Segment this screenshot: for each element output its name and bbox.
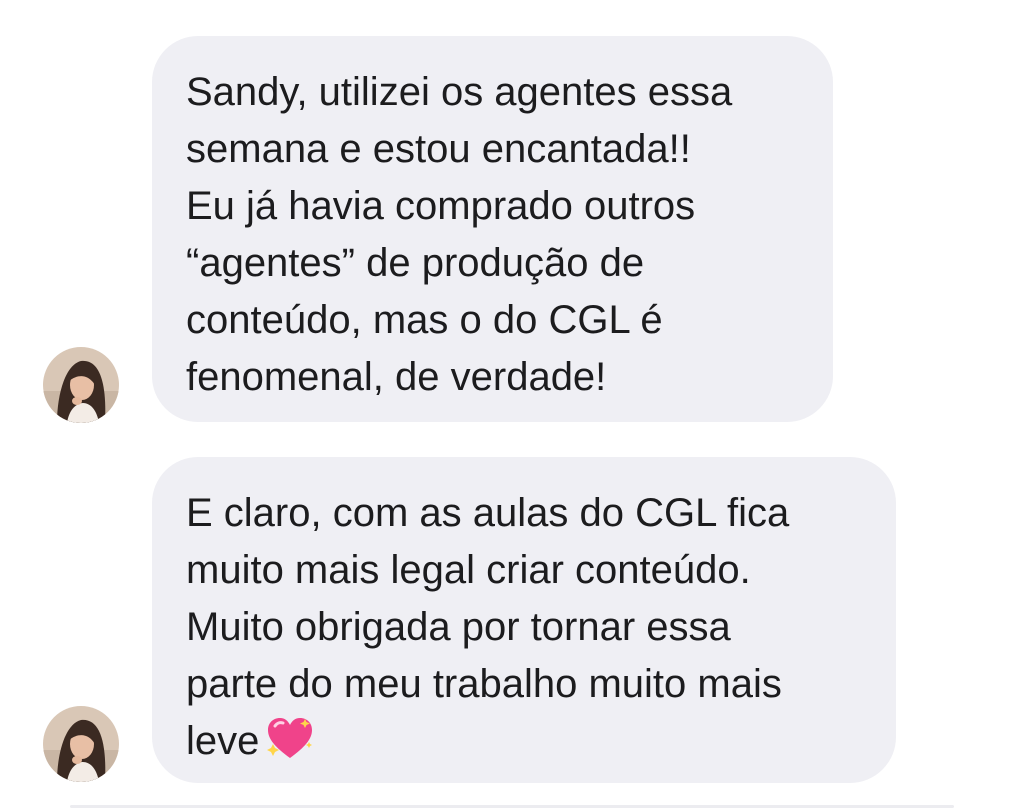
message-text-line: fenomenal, de verdade! [186,355,607,399]
chat-thread: Sandy, utilizei os agentes essa semana e… [0,0,1024,808]
message-text-line: Eu já havia comprado outros [186,184,696,228]
message-text-line-last: leve [186,713,856,770]
message-text-line: muito mais legal criar conteúdo. [186,548,751,592]
avatar[interactable] [43,347,119,423]
avatar-photo [43,706,119,782]
message-text-line: semana e estou encantada!! [186,127,691,171]
message-text-line: E claro, com as aulas do CGL fica [186,491,790,535]
message-text-line: leve [186,719,260,763]
message-text-line: Sandy, utilizei os agentes essa [186,70,733,114]
message-bubble[interactable]: Sandy, utilizei os agentes essa semana e… [152,36,833,422]
avatar-photo [43,347,119,423]
message-text-line: Muito obrigada por tornar essa [186,605,731,649]
message-text-line: parte do meu trabalho muito mais [186,662,782,706]
message-text-line: conteúdo, mas o do CGL é [186,298,663,342]
message-text-line: “agentes” de produção de [186,241,645,285]
message-bubble[interactable]: E claro, com as aulas do CGL fica muito … [152,457,896,783]
sparkling-heart-icon [265,716,315,760]
avatar[interactable] [43,706,119,782]
